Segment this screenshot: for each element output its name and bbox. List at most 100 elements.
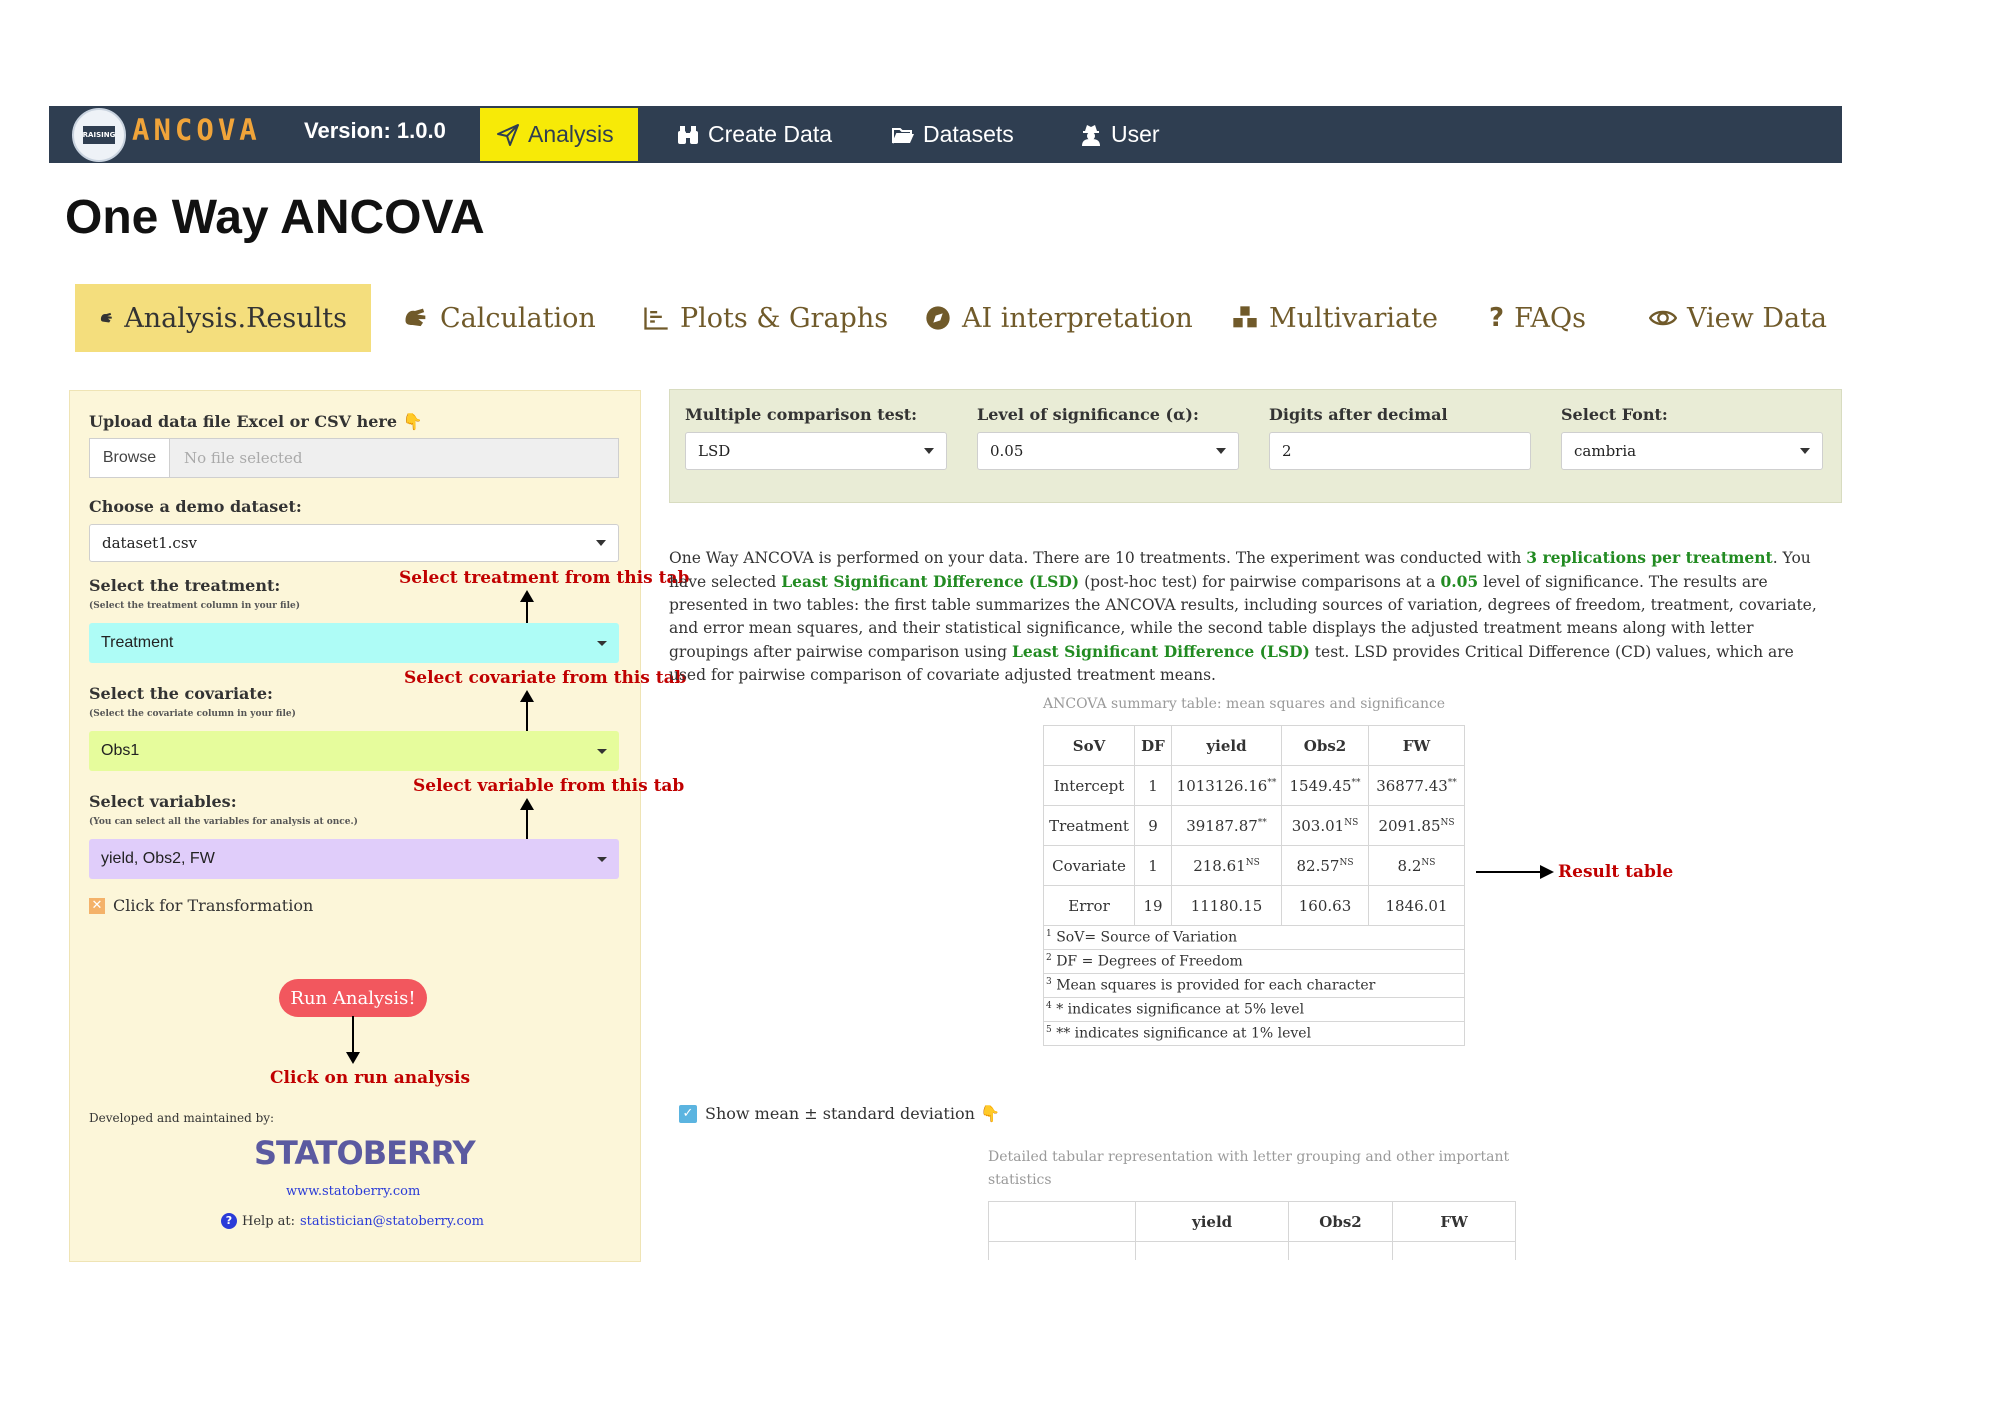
version-label: Version: 1.0.0 xyxy=(304,118,446,143)
arrow-down-head xyxy=(346,1052,360,1064)
brand-name[interactable]: ANCOVA xyxy=(132,113,261,147)
user-secret-icon xyxy=(1082,124,1100,146)
transformation-checkbox[interactable]: ✕ Click for Transformation xyxy=(89,896,313,915)
column-header: Obs2 xyxy=(1281,725,1369,766)
footnote-row: 3 Mean squares is provided for each char… xyxy=(1043,973,1465,998)
binoculars-icon xyxy=(678,125,698,144)
footnote-number: 3 xyxy=(1046,977,1052,988)
browse-button[interactable]: Browse xyxy=(89,438,170,478)
table-cell: Covariate xyxy=(1043,845,1135,886)
checkmark-icon: ✓ xyxy=(679,1104,697,1123)
cell-value: 218.61 xyxy=(1193,856,1246,875)
tab-multivariate[interactable]: Multivariate xyxy=(1207,284,1462,352)
caret-down-icon xyxy=(597,856,607,862)
table-cell: 36877.43** xyxy=(1368,765,1465,806)
tab-faqs[interactable]: ? FAQs xyxy=(1465,284,1610,352)
nav-analysis[interactable]: Analysis xyxy=(480,108,638,161)
detail-table: yield Obs2 FW xyxy=(988,1201,1516,1260)
table-cell: 39187.87** xyxy=(1171,805,1282,846)
significance-mark: ** xyxy=(1257,817,1267,828)
significance-mark: NS xyxy=(1440,817,1455,828)
help-email-link[interactable]: statistician@statoberry.com xyxy=(300,1214,484,1229)
covariate-select[interactable]: Obs1 xyxy=(89,731,619,771)
table-cell: 82.57NS xyxy=(1281,845,1369,886)
table-cell: 11180.15 xyxy=(1171,885,1282,926)
caret-down-icon xyxy=(1216,448,1226,454)
summary-text: One Way ANCOVA is performed on your data… xyxy=(669,549,1527,567)
covariate-value: Obs1 xyxy=(101,742,140,759)
mct-label: Multiple comparison test: xyxy=(685,405,918,424)
table-cell: 1549.45** xyxy=(1281,765,1369,806)
nav-user[interactable]: User xyxy=(1063,106,1176,163)
table-cell: 218.61NS xyxy=(1171,845,1282,886)
sign-language-icon xyxy=(405,308,426,327)
developed-by-label: Developed and maintained by: xyxy=(89,1111,275,1125)
digits-value: 2 xyxy=(1282,442,1292,460)
alpha-value: 0.05 xyxy=(990,442,1024,460)
logo-text: RAISING xyxy=(82,131,116,139)
covariate-label: Select the covariate: xyxy=(89,684,273,703)
file-name-field[interactable]: No file selected xyxy=(170,438,619,478)
help-line: ? Help at: statistician@statoberry.com xyxy=(221,1213,484,1229)
alpha-select[interactable]: 0.05 xyxy=(977,432,1239,470)
tab-calculation[interactable]: Calculation xyxy=(378,284,620,352)
cell-value: 160.63 xyxy=(1298,896,1352,915)
column-header: yield xyxy=(1171,725,1282,766)
caret-down-icon xyxy=(1800,448,1810,454)
significance-mark: NS xyxy=(1344,817,1359,828)
file-upload[interactable]: Browse No file selected xyxy=(89,438,619,478)
run-analysis-button[interactable]: Run Analysis! xyxy=(279,979,427,1017)
column-header: Obs2 xyxy=(1287,1201,1394,1242)
alpha-label: Level of significance (α): xyxy=(977,405,1199,424)
demo-dataset-label: Choose a demo dataset: xyxy=(89,497,302,516)
statoberry-logo[interactable]: STATOBERRY xyxy=(254,1134,476,1172)
summary-highlight: 3 replications per treatment xyxy=(1526,548,1773,567)
folder-open-icon xyxy=(892,127,914,143)
significance-mark: NS xyxy=(1339,857,1354,868)
cell-value: 2091.85 xyxy=(1378,816,1441,835)
table-cell: 1846.01 xyxy=(1368,885,1465,926)
table-cell: 1 xyxy=(1134,765,1172,806)
tab-ai-interpretation[interactable]: AI interpretation xyxy=(900,284,1217,352)
table-cell xyxy=(1135,1241,1289,1260)
digits-input[interactable]: 2 xyxy=(1269,432,1531,470)
close-icon: ✕ xyxy=(89,897,105,914)
significance-mark: NS xyxy=(1421,857,1436,868)
help-label: Help at: xyxy=(242,1213,295,1229)
nav-create-data[interactable]: Create Data xyxy=(660,106,848,163)
tab-ai-interpretation-label: AI interpretation xyxy=(962,302,1193,334)
footnote-number: 4 xyxy=(1046,1001,1052,1012)
footnote-text: SoV= Source of Variation xyxy=(1056,929,1238,946)
font-select[interactable]: cambria xyxy=(1561,432,1823,470)
treatment-select[interactable]: Treatment xyxy=(89,623,619,663)
cell-value: 303.01 xyxy=(1291,816,1345,835)
demo-dataset-select[interactable]: dataset1.csv xyxy=(89,524,619,562)
tab-analysis-results[interactable]: Analysis.Results xyxy=(75,284,371,352)
summary-highlight: Least Significant Difference (LSD) xyxy=(781,572,1080,591)
app-logo[interactable]: RAISING xyxy=(72,108,126,162)
cell-value: 11180.15 xyxy=(1190,896,1263,915)
tab-view-data[interactable]: View Data xyxy=(1625,284,1851,352)
table-cell xyxy=(988,1241,1137,1260)
treatment-value: Treatment xyxy=(101,634,174,651)
table-cell: Treatment xyxy=(1043,805,1135,846)
eye-icon xyxy=(1649,310,1677,326)
mct-select[interactable]: LSD xyxy=(685,432,947,470)
column-header: DF xyxy=(1134,725,1172,766)
website-link[interactable]: www.statoberry.com xyxy=(286,1184,420,1199)
font-value: cambria xyxy=(1574,442,1637,460)
tab-faqs-label: FAQs xyxy=(1514,302,1586,334)
significance-mark: ** xyxy=(1351,777,1361,788)
detail-table-clip: yield Obs2 FW xyxy=(988,1201,1518,1260)
show-mean-checkbox[interactable]: ✓ Show mean ± standard deviation 👇 xyxy=(679,1104,1000,1123)
footnote-row: 4 * indicates significance at 5% level xyxy=(1043,997,1465,1022)
caret-down-icon xyxy=(924,448,934,454)
table-cell: 19 xyxy=(1134,885,1172,926)
nav-datasets[interactable]: Datasets xyxy=(875,106,1030,163)
cell-value: 39187.87 xyxy=(1186,816,1258,835)
variables-select[interactable]: yield, Obs2, FW xyxy=(89,839,619,879)
tab-plots-graphs[interactable]: Plots & Graphs xyxy=(618,284,912,352)
footnote-number: 5 xyxy=(1046,1025,1052,1036)
ancova-table-caption: ANCOVA summary table: mean squares and s… xyxy=(1043,696,1446,712)
table-cell: Error xyxy=(1043,885,1135,926)
